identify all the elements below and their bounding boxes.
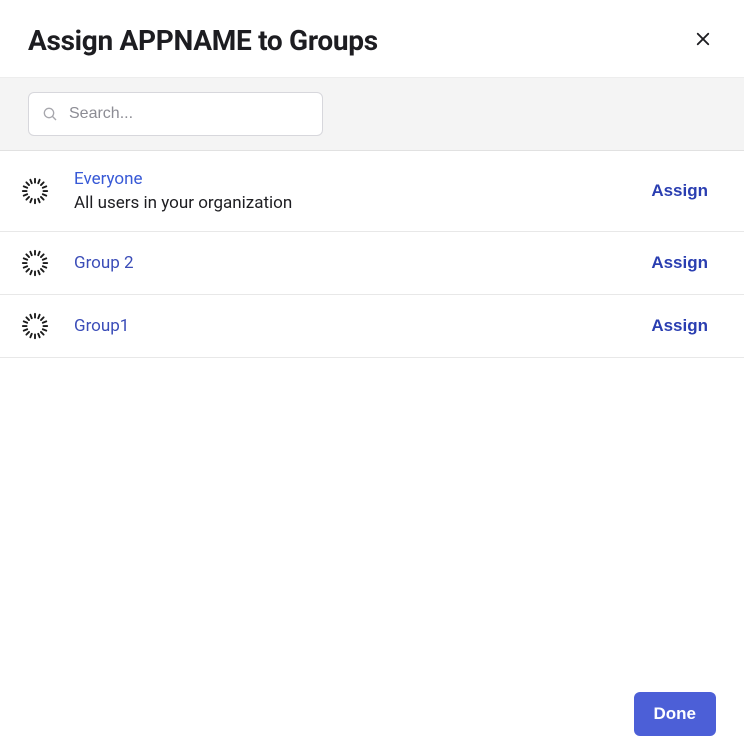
dialog-header: Assign APPNAME to Groups	[0, 0, 744, 77]
dialog-title: Assign APPNAME to Groups	[28, 24, 378, 57]
assign-button[interactable]: Assign	[643, 249, 716, 277]
group-icon	[20, 311, 50, 341]
list-item: Group1 Assign	[0, 295, 744, 358]
group-description: All users in your organization	[74, 193, 619, 213]
group-icon	[20, 176, 50, 206]
group-icon	[20, 248, 50, 278]
search-input[interactable]	[28, 92, 323, 136]
search-bar	[0, 77, 744, 151]
group-list: Everyone All users in your organization …	[0, 151, 744, 358]
list-item: Everyone All users in your organization …	[0, 151, 744, 232]
close-icon	[694, 30, 712, 51]
dialog-footer: Done	[634, 692, 717, 736]
group-name[interactable]: Group1	[74, 316, 619, 336]
group-name[interactable]: Everyone	[74, 169, 619, 189]
search-wrapper	[28, 92, 323, 136]
group-name[interactable]: Group 2	[74, 253, 619, 273]
list-item-body: Everyone All users in your organization	[74, 169, 619, 213]
list-item-body: Group 2	[74, 253, 619, 273]
assign-button[interactable]: Assign	[643, 177, 716, 205]
close-button[interactable]	[690, 26, 716, 55]
assign-button[interactable]: Assign	[643, 312, 716, 340]
done-button[interactable]: Done	[634, 692, 717, 736]
list-item: Group 2 Assign	[0, 232, 744, 295]
list-item-body: Group1	[74, 316, 619, 336]
